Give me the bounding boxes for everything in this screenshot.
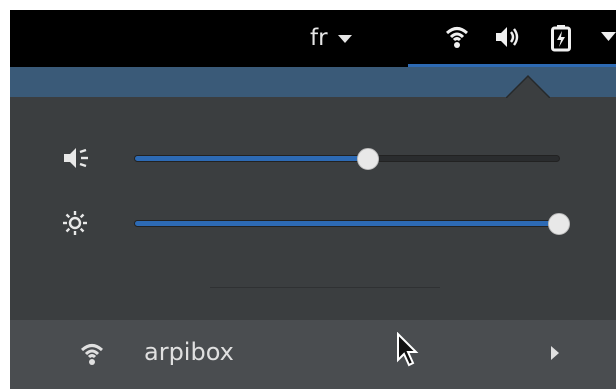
language-label: fr (310, 25, 328, 51)
volume-icon (494, 24, 522, 50)
volume-slider-fill (135, 156, 369, 161)
battery-charging-icon (550, 24, 572, 52)
system-tray[interactable] (408, 10, 616, 67)
chevron-down-icon (337, 35, 352, 43)
network-item-arpibox[interactable]: arpibox (10, 320, 616, 389)
popover-arrow (506, 74, 550, 98)
volume-slider-row (60, 138, 580, 178)
brightness-slider-knob[interactable] (548, 212, 570, 235)
brightness-slider-row (60, 203, 580, 243)
brightness-slider-fill (135, 221, 559, 226)
wifi-icon (78, 341, 106, 371)
wifi-icon (444, 24, 470, 50)
volume-icon (60, 144, 90, 176)
chevron-down-icon (601, 32, 616, 42)
volume-slider-knob[interactable] (357, 147, 380, 170)
top-bar: fr (10, 10, 616, 67)
volume-slider[interactable] (134, 147, 560, 170)
chevron-right-icon[interactable] (551, 346, 559, 360)
language-indicator[interactable]: fr (310, 24, 352, 52)
section-divider (210, 287, 440, 288)
brightness-slider[interactable] (134, 212, 570, 235)
mouse-pointer-icon (397, 332, 419, 367)
brightness-icon (60, 209, 90, 241)
network-name: arpibox (144, 338, 234, 366)
